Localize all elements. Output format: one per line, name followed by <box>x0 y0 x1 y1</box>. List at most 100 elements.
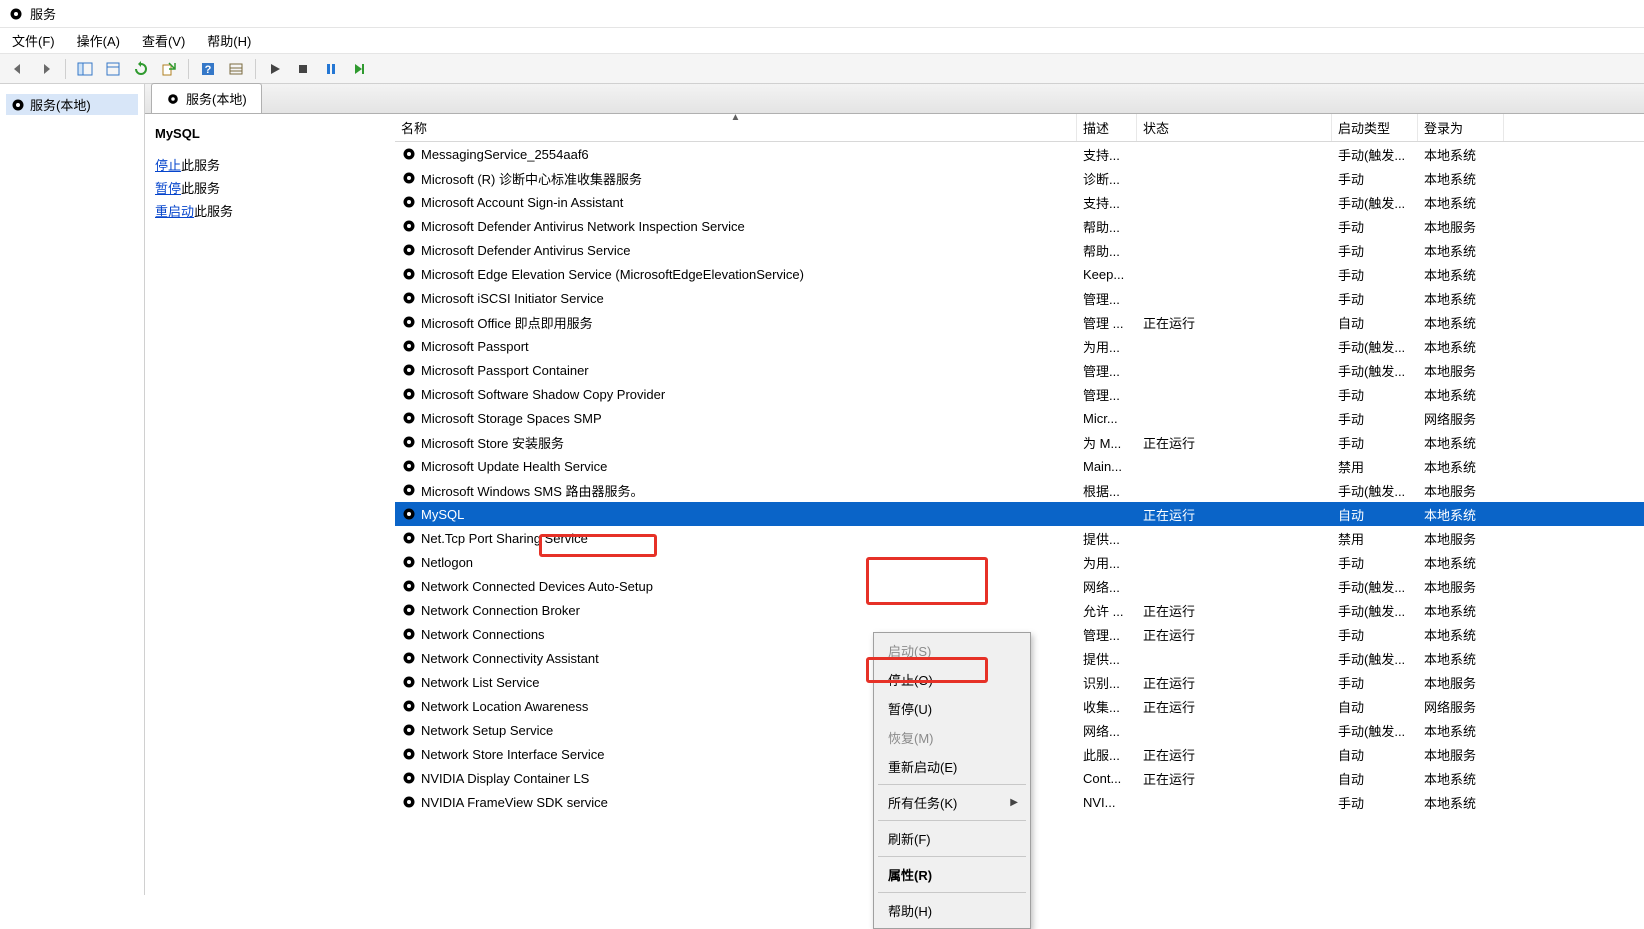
service-name-label: Netlogon <box>421 555 473 570</box>
column-description[interactable]: 描述 <box>1077 114 1137 141</box>
gear-icon <box>401 458 417 474</box>
service-row[interactable]: Microsoft iSCSI Initiator Service管理...手动… <box>395 286 1644 310</box>
context-menu: 启动(S) 停止(O) 暂停(U) 恢复(M) 重新启动(E) 所有任务(K)▶… <box>873 632 1031 929</box>
column-name[interactable]: 名称▲ <box>395 114 1077 141</box>
restart-icon <box>352 62 366 76</box>
service-row[interactable]: Network Connection Broker允许 ...正在运行手动(触发… <box>395 598 1644 622</box>
service-row[interactable]: Net.Tcp Port Sharing Service提供...禁用本地服务 <box>395 526 1644 550</box>
forward-button[interactable] <box>34 57 58 81</box>
column-status[interactable]: 状态 <box>1137 114 1332 141</box>
service-row[interactable]: Microsoft Windows SMS 路由器服务。根据...手动(触发..… <box>395 478 1644 502</box>
service-startup: 禁用 <box>1332 529 1418 548</box>
ctx-resume: 恢复(M) <box>874 723 1030 752</box>
service-name-label: Network List Service <box>421 675 539 690</box>
ctx-help[interactable]: 帮助(H) <box>874 896 1030 925</box>
service-row[interactable]: Microsoft Edge Elevation Service (Micros… <box>395 262 1644 286</box>
service-row[interactable]: Microsoft Passport为用...手动(触发...本地系统 <box>395 334 1644 358</box>
tab-services-local[interactable]: 服务(本地) <box>151 83 262 113</box>
service-row[interactable]: Microsoft Defender Antivirus Service帮助..… <box>395 238 1644 262</box>
stop-service-button[interactable] <box>291 57 315 81</box>
toolbar-separator <box>65 59 66 79</box>
show-hide-tree-button[interactable] <box>73 57 97 81</box>
export-icon <box>161 61 177 77</box>
list-options-button[interactable] <box>224 57 248 81</box>
svg-text:?: ? <box>205 64 212 76</box>
ctx-refresh[interactable]: 刷新(F) <box>874 824 1030 853</box>
gear-icon <box>401 722 417 738</box>
menu-help[interactable]: 帮助(H) <box>203 29 255 52</box>
service-row[interactable]: Microsoft Defender Antivirus Network Ins… <box>395 214 1644 238</box>
service-row[interactable]: Microsoft Passport Container管理...手动(触发..… <box>395 358 1644 382</box>
service-desc: 支持... <box>1077 145 1137 164</box>
menu-file[interactable]: 文件(F) <box>8 29 59 52</box>
properties-button[interactable] <box>101 57 125 81</box>
service-row[interactable]: Microsoft Store 安装服务为 M...正在运行手动本地系统 <box>395 430 1644 454</box>
selected-service-name: MySQL <box>155 126 385 141</box>
toolbar-separator <box>188 59 189 79</box>
service-name-label: Network Store Interface Service <box>421 747 605 762</box>
service-row[interactable]: Microsoft (R) 诊断中心标准收集器服务诊断...手动本地系统 <box>395 166 1644 190</box>
gear-icon <box>401 410 417 426</box>
menu-action[interactable]: 操作(A) <box>73 29 124 52</box>
service-desc: 帮助... <box>1077 241 1137 260</box>
service-startup: 手动 <box>1332 241 1418 260</box>
service-logon: 本地服务 <box>1418 217 1504 236</box>
service-desc: Keep... <box>1077 267 1137 282</box>
ctx-properties[interactable]: 属性(R) <box>874 860 1030 889</box>
play-icon <box>268 62 282 76</box>
service-name-label: Microsoft Windows SMS 路由器服务。 <box>421 481 643 500</box>
ctx-all-tasks[interactable]: 所有任务(K)▶ <box>874 788 1030 817</box>
stop-service-link[interactable]: 停止 <box>155 158 181 173</box>
service-logon: 本地系统 <box>1418 649 1504 668</box>
ctx-start: 启动(S) <box>874 636 1030 665</box>
menu-view[interactable]: 查看(V) <box>138 29 189 52</box>
gear-icon <box>401 386 417 402</box>
service-desc: 管理 ... <box>1077 313 1137 332</box>
gear-icon <box>401 194 417 210</box>
service-name-label: MessagingService_2554aaf6 <box>421 147 589 162</box>
service-row[interactable]: Network Connected Devices Auto-Setup网络..… <box>395 574 1644 598</box>
ctx-pause[interactable]: 暂停(U) <box>874 694 1030 723</box>
service-row[interactable]: Microsoft Office 即点即用服务管理 ...正在运行自动本地系统 <box>395 310 1644 334</box>
service-row[interactable]: Microsoft Storage Spaces SMPMicr...手动网络服… <box>395 406 1644 430</box>
ctx-stop[interactable]: 停止(O) <box>874 665 1030 694</box>
gear-icon <box>166 92 180 106</box>
start-service-button[interactable] <box>263 57 287 81</box>
service-desc: 为 M... <box>1077 433 1137 452</box>
column-logon[interactable]: 登录为 <box>1418 114 1504 141</box>
service-name-label: NVIDIA FrameView SDK service <box>421 795 608 810</box>
pause-service-link[interactable]: 暂停 <box>155 181 181 196</box>
service-logon: 网络服务 <box>1418 697 1504 716</box>
service-row[interactable]: Microsoft Account Sign-in Assistant支持...… <box>395 190 1644 214</box>
column-startup[interactable]: 启动类型 <box>1332 114 1418 141</box>
ctx-restart[interactable]: 重新启动(E) <box>874 752 1030 781</box>
service-status: 正在运行 <box>1137 673 1332 692</box>
tree-node-services-local[interactable]: 服务(本地) <box>6 94 138 115</box>
service-row[interactable]: Microsoft Update Health ServiceMain...禁用… <box>395 454 1644 478</box>
service-startup: 手动 <box>1332 217 1418 236</box>
list-header: 名称▲ 描述 状态 启动类型 登录为 <box>395 114 1644 142</box>
service-startup: 手动 <box>1332 265 1418 284</box>
service-name-label: Microsoft Update Health Service <box>421 459 607 474</box>
service-logon: 本地系统 <box>1418 721 1504 740</box>
stop-service-label-rest: 此服务 <box>181 158 220 173</box>
service-desc: NVI... <box>1077 795 1137 810</box>
help-button[interactable]: ? <box>196 57 220 81</box>
refresh-button[interactable] <box>129 57 153 81</box>
service-row[interactable]: Microsoft Software Shadow Copy Provider管… <box>395 382 1644 406</box>
export-button[interactable] <box>157 57 181 81</box>
arrow-right-icon <box>38 61 54 77</box>
service-name-label: NVIDIA Display Container LS <box>421 771 589 786</box>
help-icon: ? <box>200 61 216 77</box>
service-row[interactable]: MessagingService_2554aaf6支持...手动(触发...本地… <box>395 142 1644 166</box>
restart-service-button[interactable] <box>347 57 371 81</box>
back-button[interactable] <box>6 57 30 81</box>
gear-icon <box>401 626 417 642</box>
service-name-label: Net.Tcp Port Sharing Service <box>421 531 588 546</box>
service-startup: 手动 <box>1332 625 1418 644</box>
gear-icon <box>401 314 417 330</box>
restart-service-link[interactable]: 重启动 <box>155 204 194 219</box>
service-row[interactable]: MySQL正在运行自动本地系统 <box>395 502 1644 526</box>
pause-service-button[interactable] <box>319 57 343 81</box>
service-row[interactable]: Netlogon为用...手动本地系统 <box>395 550 1644 574</box>
